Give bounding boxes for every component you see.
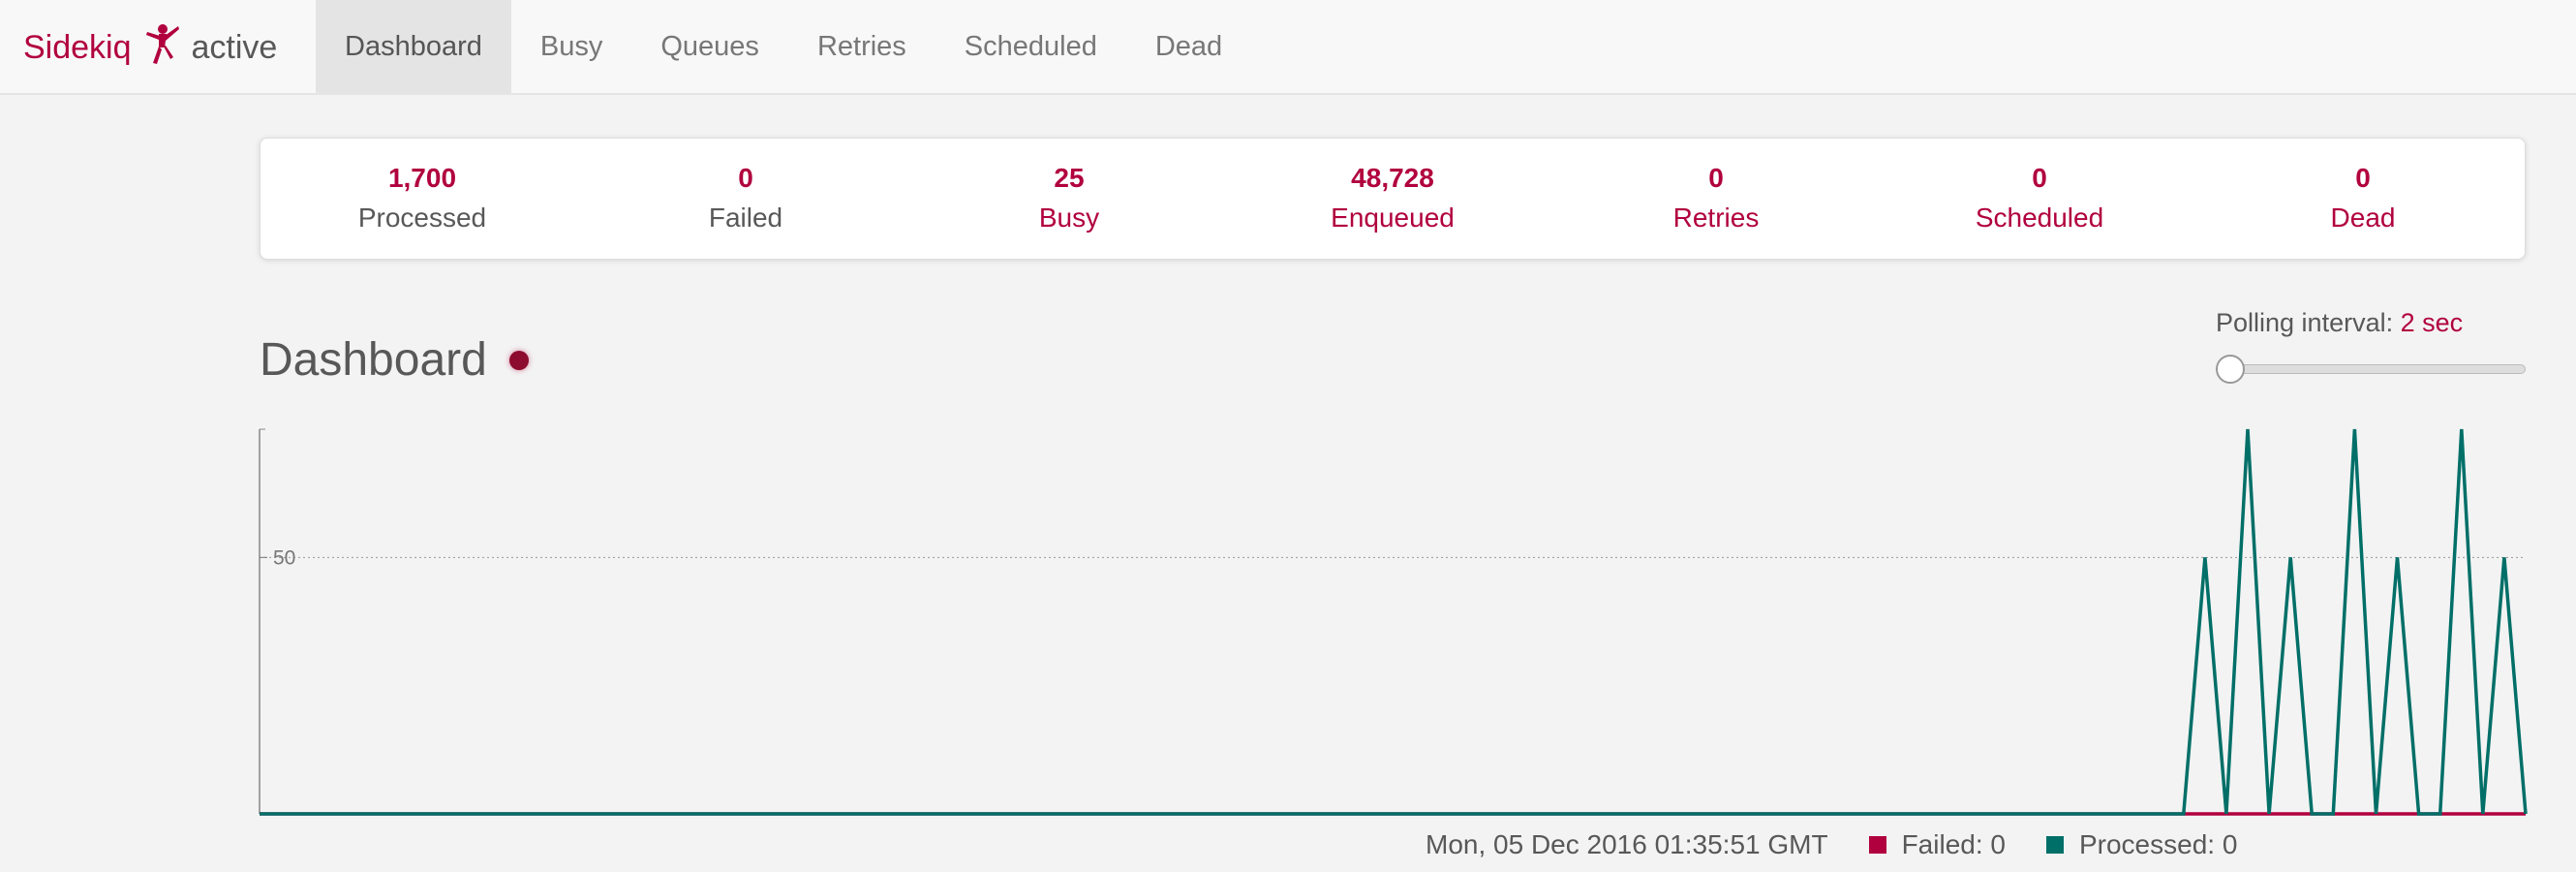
polling-value: 2 sec <box>2400 308 2464 337</box>
main-nav: Dashboard Busy Queues Retries Scheduled … <box>316 0 1251 93</box>
failed-swatch <box>1868 836 1886 854</box>
legend-failed: Failed: 0 <box>1901 829 2006 859</box>
stat-dead-link[interactable]: 0 Dead <box>2201 139 2525 259</box>
summary-bar: 1,700 Processed 0 Failed 25 Busy 48,728 … <box>260 138 2526 260</box>
legend-processed: Processed: 0 <box>2078 829 2238 859</box>
polling-label: Polling interval: <box>2216 308 2394 337</box>
polling-interval: Polling interval: 2 sec <box>2216 308 2463 338</box>
chart-axes: 50 <box>259 428 295 814</box>
navbar: Sidekiq active Dashboard Busy Queues Ret… <box>0 0 2576 95</box>
nav-queues[interactable]: Queues <box>631 0 788 93</box>
nav-busy[interactable]: Busy <box>511 0 631 93</box>
nav-dead[interactable]: Dead <box>1126 0 1251 93</box>
busy-count: 25 <box>1054 163 1085 193</box>
ninja-logo-icon <box>141 22 180 74</box>
processed-label: Processed <box>357 202 487 233</box>
retries-label: Retries <box>1672 202 1760 233</box>
processed-count: 1,700 <box>387 163 457 193</box>
nav-dashboard[interactable]: Dashboard <box>316 0 511 93</box>
brand-name: Sidekiq <box>23 28 132 66</box>
realtime-chart: 50 <box>259 428 2528 816</box>
processed-swatch <box>2045 836 2064 854</box>
scheduled-count: 0 <box>2032 163 2047 193</box>
stat-processed: 1,700 Processed <box>261 139 584 259</box>
brand-status: active <box>191 28 278 66</box>
slider-track[interactable] <box>2216 364 2526 374</box>
nav-scheduled[interactable]: Scheduled <box>935 0 1126 93</box>
legend-timestamp: Mon, 05 Dec 2016 01:35:51 GMT <box>1426 829 1828 859</box>
polling-slider[interactable] <box>2216 355 2526 384</box>
tick-label-50: 50 <box>273 546 295 569</box>
stat-busy-link[interactable]: 25 Busy <box>907 139 1231 259</box>
busy-label: Busy <box>1038 202 1100 233</box>
page-title: Dashboard <box>260 334 487 386</box>
stat-retries-link[interactable]: 0 Retries <box>1554 139 1878 259</box>
series-line-processed <box>260 428 2528 816</box>
retries-count: 0 <box>1708 163 1724 193</box>
brand-link[interactable]: Sidekiq active <box>23 0 277 95</box>
stat-enqueued-link[interactable]: 48,728 Enqueued <box>1231 139 1554 259</box>
stat-failed: 0 Failed <box>584 139 907 259</box>
nav-retries[interactable]: Retries <box>788 0 935 93</box>
slider-handle[interactable] <box>2216 355 2245 384</box>
dead-label: Dead <box>2330 202 2396 233</box>
beacon-indicator <box>509 351 529 370</box>
stat-scheduled-link[interactable]: 0 Scheduled <box>1878 139 2201 259</box>
scheduled-label: Scheduled <box>1975 202 2104 233</box>
chart-legend: Mon, 05 Dec 2016 01:35:51 GMT Failed: 0 … <box>1426 825 2237 864</box>
enqueued-count: 48,728 <box>1351 163 1434 193</box>
enqueued-label: Enqueued <box>1331 202 1455 233</box>
dead-count: 0 <box>2355 163 2371 193</box>
failed-label: Failed <box>708 202 783 233</box>
failed-count: 0 <box>738 163 753 193</box>
chart-series <box>260 428 2528 816</box>
